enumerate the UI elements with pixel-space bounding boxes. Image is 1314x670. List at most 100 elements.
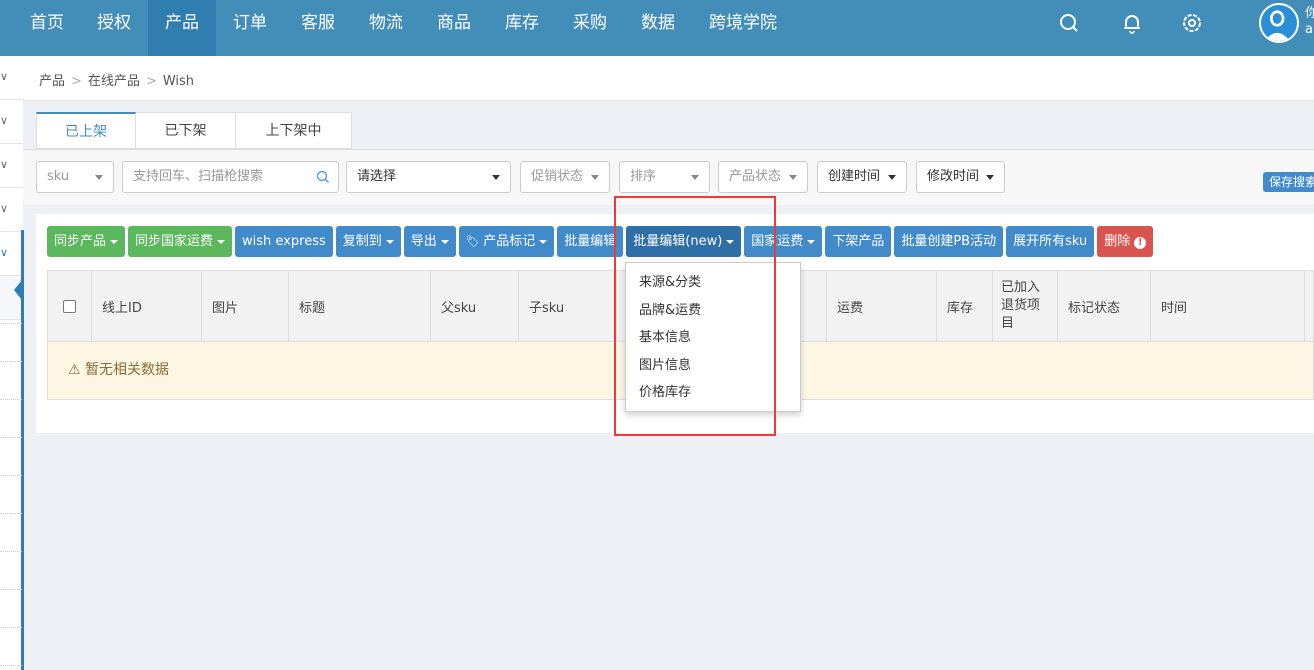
column-header: 图片 <box>202 271 289 341</box>
action-label: 同步国家运费 <box>135 234 214 249</box>
sidebar-item[interactable]: ∨ <box>0 144 23 188</box>
column-header: 线上ID <box>92 271 202 341</box>
created-time-button[interactable]: 创建时间 <box>817 161 907 193</box>
nav-item[interactable]: 授权 <box>80 0 148 56</box>
category-select[interactable]: 请选择 <box>346 161 511 193</box>
sidebar: ∨ ∨ ∨ ∨ ∨ <box>0 56 24 670</box>
caret-down-icon <box>95 175 103 180</box>
sidebar-subitem[interactable] <box>0 665 22 666</box>
column-label: 子sku <box>529 300 565 316</box>
user-line1: 你 <box>1305 6 1314 21</box>
action-button[interactable]: 删除! <box>1097 226 1154 257</box>
gear-icon[interactable] <box>1181 12 1203 34</box>
column-label: 库存 <box>947 300 974 316</box>
breadcrumb-item[interactable]: 在线产品 <box>88 74 140 89</box>
action-label: 批量创建PB活动 <box>901 234 997 249</box>
sku-select-value: sku <box>47 169 70 184</box>
chevron-down-icon: ∨ <box>0 114 9 127</box>
product-status-label: 产品状态 <box>729 169 782 184</box>
action-label: 展开所有sku <box>1013 234 1088 249</box>
nav-item[interactable]: 产品 <box>148 0 216 56</box>
sidebar-subitem[interactable] <box>0 323 22 324</box>
action-button[interactable]: 导出 <box>403 226 456 257</box>
column-label: 时间 <box>1161 300 1188 316</box>
action-button[interactable]: 批量创建PB活动 <box>894 226 1004 257</box>
search-icon[interactable] <box>1058 12 1080 34</box>
search-icon[interactable] <box>316 170 330 184</box>
breadcrumb-item[interactable]: 产品 <box>39 74 65 89</box>
column-header: 已加入退货项目 <box>993 271 1058 341</box>
sidebar-subitem[interactable] <box>0 475 22 476</box>
promo-status-select[interactable]: 促销状态 <box>520 161 610 193</box>
user-name[interactable]: 你a <box>1305 6 1314 38</box>
nav-item[interactable]: 跨境学院 <box>692 0 794 56</box>
sku-select[interactable]: sku <box>36 161 114 193</box>
nav-item[interactable]: 商品 <box>420 0 488 56</box>
sidebar-subitem[interactable] <box>0 513 22 514</box>
nav-item[interactable]: 采购 <box>556 0 624 56</box>
nav-item[interactable]: 客服 <box>284 0 352 56</box>
nav-item[interactable]: 物流 <box>352 0 420 56</box>
select-all-checkbox[interactable] <box>63 299 76 313</box>
sort-select[interactable]: 排序 <box>619 161 710 193</box>
column-label: 父sku <box>441 300 477 316</box>
action-button[interactable]: 下架产品 <box>825 226 892 257</box>
avatar[interactable] <box>1259 3 1299 43</box>
caret-down-icon <box>110 239 119 244</box>
save-search-button[interactable]: 保存搜索 <box>1263 172 1314 192</box>
top-nav: 首页 授权 产品 订单 客服 物流 商品 库存 采购 数据 跨境学院 <box>0 0 1314 56</box>
sidebar-subitem[interactable] <box>0 361 22 362</box>
column-header: 子sku <box>519 271 617 341</box>
exclamation-circle-icon: ! <box>1134 237 1147 249</box>
sidebar-item[interactable]: ∨ <box>0 232 23 276</box>
sidebar-subitem[interactable] <box>0 551 22 552</box>
column-header: 标记状态 <box>1058 271 1151 341</box>
column-header: 时间 <box>1151 271 1305 341</box>
sort-label: 排序 <box>630 169 657 184</box>
column-label: 已加入退货项目 <box>1001 280 1041 331</box>
action-button[interactable]: 🏷︎ 产品标记 <box>458 226 555 257</box>
caret-down-icon <box>888 175 896 180</box>
tab-listed[interactable]: 已上架 <box>36 112 136 149</box>
nav-item[interactable]: 首页 <box>0 0 80 56</box>
warning-icon: ⚠ <box>68 362 81 378</box>
action-button[interactable]: 同步国家运费 <box>128 226 233 257</box>
sidebar-item[interactable]: ∨ <box>0 100 23 144</box>
nav-item[interactable]: 库存 <box>488 0 556 56</box>
action-button[interactable]: 复制到 <box>335 226 401 257</box>
search-placeholder: 支持回车、扫描枪搜索 <box>133 169 264 184</box>
created-time-label: 创建时间 <box>828 169 881 184</box>
column-header: 库存 <box>937 271 993 341</box>
action-button[interactable]: 同步产品 <box>47 226 126 257</box>
action-button[interactable]: wish express <box>235 226 333 257</box>
caret-down-icon <box>691 175 699 180</box>
sidebar-subitem[interactable] <box>0 399 22 400</box>
tab-in-progress[interactable]: 上下架中 <box>236 112 352 149</box>
action-button[interactable]: 展开所有sku <box>1006 226 1095 257</box>
action-toolbar: 同步产品 同步国家运费 wish express 复制到 导出 🏷︎ 产品标记 批量编辑 批量… <box>47 226 1154 257</box>
column-label: 标题 <box>299 300 326 316</box>
caret-down-icon <box>385 239 394 244</box>
action-label: 复制到 <box>342 234 382 249</box>
action-label: 删除 <box>1104 234 1131 249</box>
sidebar-active-arrow <box>14 280 22 300</box>
tab-delisted[interactable]: 已下架 <box>136 112 236 149</box>
sidebar-item[interactable]: ∨ <box>0 188 23 232</box>
breadcrumb-item: Wish <box>162 74 195 89</box>
caret-down-icon <box>492 175 500 180</box>
nav-item[interactable]: 订单 <box>216 0 284 56</box>
modified-time-button[interactable]: 修改时间 <box>916 161 1005 193</box>
tag-icon: 🏷︎ <box>465 235 484 248</box>
chevron-right-icon: > <box>71 74 82 89</box>
status-tabs: 已上架 已下架 上下架中 <box>36 112 352 149</box>
sidebar-subitem[interactable] <box>0 589 22 590</box>
bell-icon[interactable] <box>1121 12 1143 34</box>
sidebar-subitem[interactable] <box>0 437 22 438</box>
search-input[interactable]: 支持回车、扫描枪搜索 <box>122 161 339 193</box>
product-status-select[interactable]: 产品状态 <box>718 161 808 193</box>
nav-item[interactable]: 数据 <box>624 0 692 56</box>
caret-down-icon <box>986 175 994 180</box>
sidebar-item[interactable]: ∨ <box>0 56 23 100</box>
sidebar-subitem[interactable] <box>0 627 22 628</box>
column-label: 运费 <box>837 300 864 316</box>
